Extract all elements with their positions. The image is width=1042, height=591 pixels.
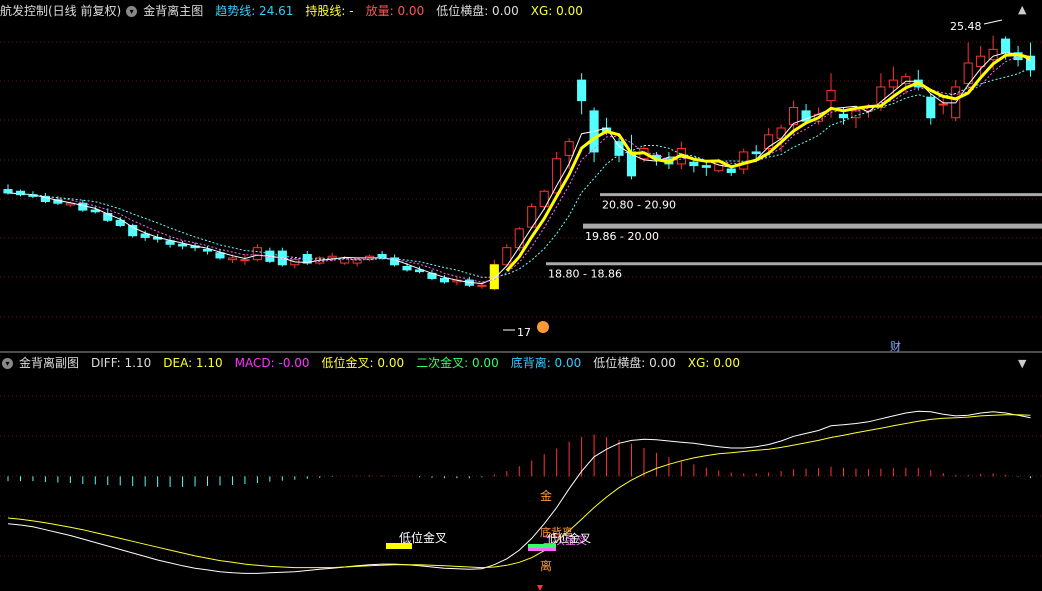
- main-indicator-value-2: 放量: 0.00: [365, 4, 425, 18]
- divergence-marker: [528, 548, 556, 551]
- candle-body: [140, 233, 150, 238]
- main-indicator-value-4: XG: 0.00: [530, 4, 583, 18]
- chart-canvas: 20.80 - 20.9019.86 - 20.0018.80 - 18.86 …: [0, 19, 1042, 591]
- signal-icon: [537, 321, 549, 333]
- sub-indicator-value-6: 低位横盘: 0.00: [593, 356, 676, 370]
- candle-body: [988, 48, 998, 61]
- candle-body: [726, 168, 736, 173]
- candle-body: [926, 96, 936, 119]
- candle-body: [215, 252, 225, 259]
- sub-indicator-value-3: 低位金叉: 0.00: [321, 356, 405, 370]
- candle-body: [577, 79, 587, 102]
- support-zone-label: 20.80 - 20.90: [602, 199, 676, 212]
- candle-body: [751, 151, 761, 155]
- low-price-label: 17: [517, 326, 531, 339]
- candle-body: [252, 247, 262, 261]
- jin-label: 金: [540, 488, 552, 503]
- collapse-up-icon[interactable]: ▲: [1018, 3, 1026, 16]
- sub-header: ▾ 金背离副图 DIFF: 1.10 DEA: 1.10 MACD: -0.00 低位…: [0, 354, 752, 372]
- candle-body: [90, 209, 100, 213]
- candle-body: [888, 79, 898, 88]
- candle-body: [227, 257, 238, 261]
- dropdown-icon[interactable]: ▾: [126, 5, 138, 17]
- candle-body: [564, 141, 574, 156]
- indicator-lines: [7, 52, 1031, 574]
- candle-body: [838, 113, 849, 119]
- sub-indicator-value-7: XG: 0.00: [687, 356, 740, 370]
- main-indicator-value-1: 持股线: -: [305, 4, 354, 18]
- support-zones: 20.80 - 20.90 19.86 - 20.00 18.80 - 18.86: [546, 193, 1042, 281]
- sub-indicator-value-5: 底背离: 0.00: [510, 356, 582, 370]
- candle-body: [689, 161, 699, 167]
- candle-body: [514, 228, 524, 249]
- sub-indicator-values: DIFF: 1.10 DEA: 1.10 MACD: -0.00 低位金叉: 0.00…: [85, 354, 746, 372]
- sub-indicator-value-4: 二次金叉: 0.00: [416, 356, 499, 370]
- candle-body: [1001, 38, 1011, 54]
- candlestick-series: [3, 35, 1036, 291]
- candle-body: [826, 89, 836, 102]
- high-pointer: [983, 19, 1003, 25]
- support-zone-label: 19.86 - 20.00: [585, 230, 659, 243]
- candle-body: [552, 158, 562, 194]
- candle-body: [976, 55, 986, 67]
- stock-title[interactable]: 航发控制(日线 前复权): [0, 2, 121, 20]
- macd-histogram: [7, 434, 1032, 487]
- collapse-down-icon[interactable]: ▼: [1018, 357, 1026, 370]
- candle-body: [439, 277, 449, 283]
- finance-marker-label: 财: [890, 339, 901, 353]
- candle-body: [178, 243, 188, 247]
- down-arrow-icon: [537, 585, 543, 591]
- candle-body: [701, 165, 711, 168]
- diff-line: [7, 410, 1031, 574]
- candle-body: [240, 259, 250, 262]
- dea-line: [7, 414, 1031, 569]
- candle-body: [3, 189, 13, 194]
- dropdown-icon[interactable]: ▾: [2, 357, 13, 369]
- main-indicator-name[interactable]: 金背离主图: [143, 2, 203, 20]
- second-cross-marker: [528, 544, 556, 548]
- main-indicator-value-3: 低位横盘: 0.00: [436, 4, 519, 18]
- candle-body: [938, 103, 948, 106]
- li-label: 离: [540, 558, 552, 573]
- main-header: 航发控制(日线 前复权) ▾ 金背离主图 趋势线: 24.61 持股线: - 放量:…: [0, 2, 595, 20]
- golden-cross-label-2: 低位金叉: [547, 531, 591, 545]
- chart-annotations: 25.4817财低位金叉金底背离二次金叉低位金叉离: [386, 19, 1003, 591]
- high-price-label: 25.48: [950, 20, 982, 33]
- candle-body: [402, 265, 412, 271]
- sub-indicator-value-0: DIFF: 1.10: [91, 356, 152, 370]
- main-indicator-value-0: 趋势线: 24.61: [215, 4, 294, 18]
- grid-lines: [0, 41, 1042, 557]
- golden-cross-label: 低位金叉: [399, 530, 447, 545]
- sub-indicator-name[interactable]: 金背离副图: [19, 354, 79, 372]
- candle-body: [202, 248, 213, 252]
- candle-body: [901, 76, 911, 85]
- candle-body: [739, 151, 749, 170]
- candle-body: [477, 284, 487, 287]
- sub-indicator-value-1: DEA: 1.10: [163, 356, 223, 370]
- support-zone-label: 18.80 - 18.86: [548, 268, 622, 281]
- candle-body: [327, 255, 337, 259]
- sub-indicator-value-2: MACD: -0.00: [234, 356, 310, 370]
- main-indicator-values: 趋势线: 24.61 持股线: - 放量: 0.00 低位横盘: 0.00 XG: 0.…: [209, 2, 589, 20]
- candle-body: [776, 127, 786, 139]
